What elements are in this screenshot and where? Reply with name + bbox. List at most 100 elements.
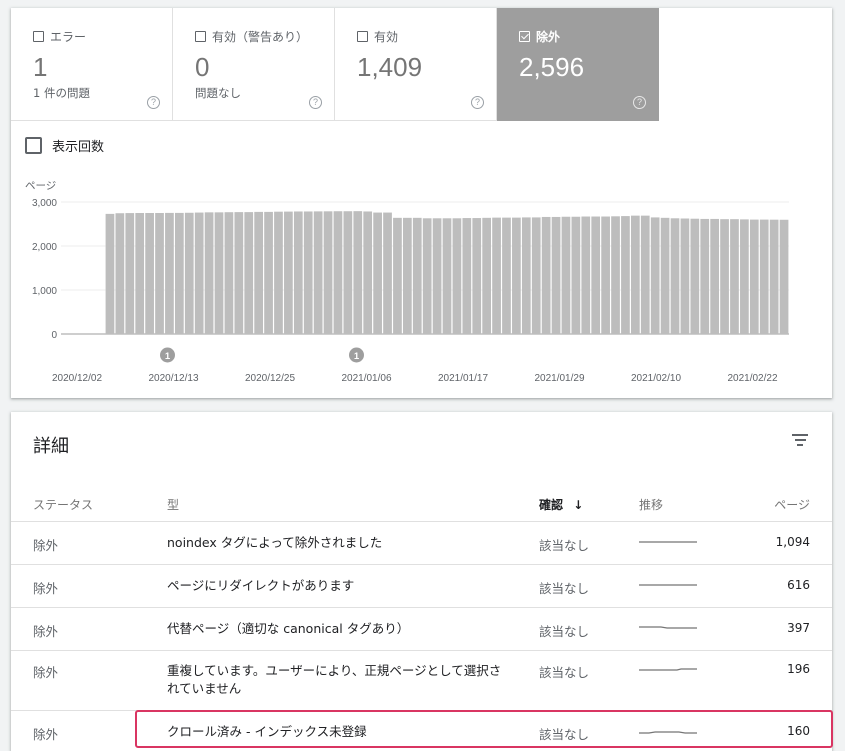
chart-bar: [561, 216, 571, 334]
help-icon[interactable]: ?: [147, 96, 160, 109]
chart-bar: [125, 213, 135, 334]
chart-bar: [650, 217, 660, 334]
x-tick-label: 2021/01/06: [341, 373, 391, 384]
checkbox-icon[interactable]: [33, 31, 44, 42]
chart-bar: [313, 211, 323, 334]
chart-bar: [759, 219, 769, 334]
tile-sub: 問題なし: [195, 86, 241, 100]
chart-bar: [779, 219, 789, 334]
coverage-summary-card: エラー 1 1 件の問題 ? 有効（警告あり） 0 問題なし ? 有効 1,40…: [11, 8, 832, 398]
tile-sub: 1 件の問題: [33, 86, 90, 100]
chart-bar: [402, 217, 412, 334]
impressions-label: 表示回数: [52, 140, 105, 155]
tile-valid[interactable]: 有効 1,409 ?: [335, 8, 497, 121]
annotation-label: 1: [165, 351, 171, 362]
row-validation: 該当なし: [539, 581, 590, 596]
table-row[interactable]: 除外 重複しています。ユーザーにより、正規ページとして選択されていません 該当なし 1…: [11, 651, 832, 711]
chart-bar: [462, 218, 472, 334]
chart-bar: [749, 219, 759, 334]
details-title: 詳細: [33, 436, 69, 457]
chart-bar: [422, 218, 432, 334]
row-status: 除外: [33, 581, 59, 596]
chart-bar: [482, 217, 492, 334]
row-type: 重複しています。ユーザーにより、正規ページとして選択されていません: [167, 663, 502, 696]
x-tick-label: 2021/02/22: [727, 373, 777, 384]
col-type[interactable]: 型: [167, 496, 179, 513]
impressions-toggle[interactable]: 表示回数: [25, 136, 104, 155]
chart-bar: [740, 219, 749, 334]
checkbox-checked-icon[interactable]: [519, 31, 530, 42]
tile-valid-with-warnings[interactable]: 有効（警告あり） 0 問題なし ?: [173, 8, 335, 121]
row-status: 除外: [33, 665, 59, 680]
tile-count: 1,409: [357, 52, 423, 82]
help-icon[interactable]: ?: [471, 96, 484, 109]
chart-bar: [432, 218, 442, 334]
chart-bar: [303, 211, 313, 334]
tile-label: 除外: [536, 30, 561, 44]
checkbox-icon[interactable]: [357, 31, 368, 42]
row-status: 除外: [33, 624, 59, 639]
coverage-chart: ページ 3,000 2,000 1,000 0 2020/12/02 2020/12/13 2…: [25, 180, 789, 384]
chart-bar: [244, 212, 254, 334]
chart-bar: [730, 219, 739, 334]
sparkline-path: [639, 626, 697, 629]
details-card: 詳細 ステータス 型 確認 ↓ 推移 ページ 除外 noindex タグによって除…: [11, 412, 832, 751]
chart-bar: [135, 213, 145, 334]
chart-bar: [343, 211, 353, 334]
y-tick-label: 1,000: [32, 286, 57, 297]
col-status[interactable]: ステータス: [33, 496, 93, 513]
col-validation-label: 確認: [539, 498, 564, 512]
chart-bar: [284, 211, 293, 334]
row-trend-sparkline: [639, 584, 697, 586]
chart-bar: [541, 216, 551, 334]
tile-error[interactable]: エラー 1 1 件の問題 ?: [11, 8, 173, 121]
col-trend[interactable]: 推移: [639, 496, 663, 513]
help-icon[interactable]: ?: [309, 96, 322, 109]
filter-icon[interactable]: [792, 434, 808, 446]
chart-bar: [363, 211, 373, 334]
col-pages[interactable]: ページ: [774, 496, 810, 513]
x-tick-label: 2020/12/13: [148, 373, 198, 384]
row-validation: 該当なし: [539, 538, 590, 553]
chart-bar: [521, 217, 531, 334]
y-tick-label: 2,000: [32, 242, 57, 253]
row-trend-sparkline: [639, 626, 697, 629]
tile-label: エラー: [50, 30, 87, 44]
chart-bar: [512, 217, 521, 334]
tile-label: 有効（警告あり）: [212, 30, 309, 44]
chart-bar: [611, 216, 620, 334]
chart-bar: [601, 216, 610, 334]
chart-bar: [670, 218, 680, 334]
tile-count: 1: [33, 52, 48, 82]
chart-bar: [224, 212, 234, 334]
highlight-box: [135, 710, 833, 748]
chart-bar: [700, 218, 710, 334]
chart-bar: [640, 215, 650, 334]
chart-bar: [680, 218, 690, 334]
table-row[interactable]: 除外 ページにリダイレクトがあります 該当なし 616: [11, 565, 832, 608]
sort-arrow-icon: ↓: [573, 498, 584, 512]
chart-bar: [660, 217, 670, 334]
col-validation[interactable]: 確認 ↓: [539, 496, 583, 513]
chart-bar: [720, 219, 729, 334]
table-row[interactable]: 除外 代替ページ（適切な canonical タグあり） 該当なし 397: [11, 608, 832, 651]
help-icon[interactable]: ?: [633, 96, 646, 109]
chart-bar: [254, 211, 264, 334]
chart-bar: [492, 217, 501, 334]
chart-bar: [502, 217, 511, 334]
chart-bar: [472, 218, 482, 334]
row-trend-sparkline: [639, 668, 697, 671]
x-tick-label: 2021/02/10: [631, 373, 681, 384]
checkbox-icon[interactable]: [25, 137, 42, 154]
chart-bar: [531, 217, 541, 334]
row-type: ページにリダイレクトがあります: [167, 578, 355, 593]
chart-bar: [452, 218, 462, 334]
annotation-label: 1: [354, 351, 360, 362]
chart-bar: [571, 216, 581, 334]
chart-bar: [442, 218, 452, 334]
checkbox-icon[interactable]: [195, 31, 206, 42]
table-row[interactable]: 除外 noindex タグによって除外されました 該当なし 1,094: [11, 522, 832, 565]
table-header: ステータス 型 確認 ↓ 推移 ページ: [11, 484, 832, 522]
tile-excluded[interactable]: 除外 2,596 ?: [497, 8, 659, 121]
y-tick-label: 3,000: [32, 198, 57, 209]
